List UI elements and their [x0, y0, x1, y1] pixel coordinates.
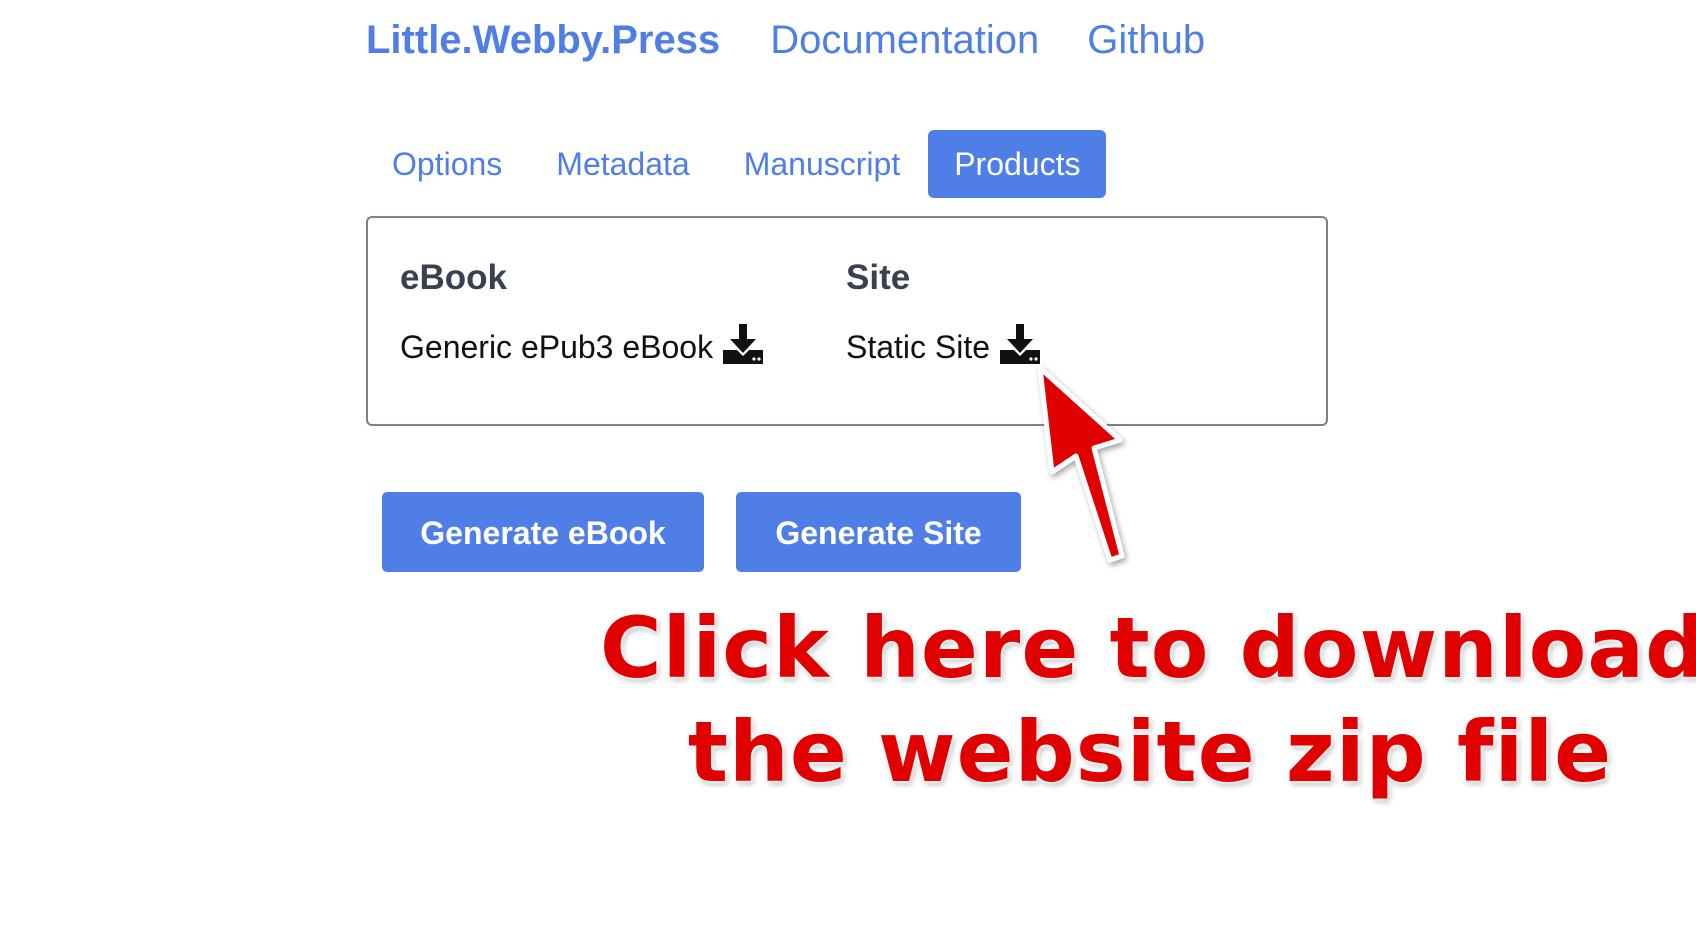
tab-manuscript[interactable]: Manuscript [718, 130, 927, 198]
ebook-item: Generic ePub3 eBook [400, 324, 765, 366]
documentation-link[interactable]: Documentation [770, 14, 1039, 66]
github-link[interactable]: Github [1087, 14, 1205, 66]
site-heading: Site [846, 258, 911, 297]
tab-metadata[interactable]: Metadata [530, 130, 715, 198]
site-item-label: Static Site [846, 328, 991, 365]
tab-products[interactable]: Products [928, 130, 1107, 198]
brand-link[interactable]: Little.Webby.Press [366, 14, 720, 66]
generate-site-button[interactable]: Generate Site [736, 492, 1021, 572]
ebook-heading: eBook [400, 258, 507, 297]
annotation-line-2: the website zip file [687, 703, 1613, 801]
annotation-arrow-icon [1037, 365, 1125, 563]
tab-options[interactable]: Options [366, 130, 528, 198]
download-icon[interactable] [721, 322, 765, 366]
page: Little.Webby.Press Documentation Github … [0, 0, 1696, 938]
annotation-text: Click here to download the website zip f… [600, 596, 1696, 804]
tab-bar: Options Metadata Manuscript Products [366, 130, 1108, 198]
generate-ebook-button[interactable]: Generate eBook [382, 492, 704, 572]
ebook-item-label: Generic ePub3 eBook [400, 328, 714, 365]
annotation-line-1: Click here to download [600, 599, 1696, 697]
ebook-column: eBook Generic ePub3 eBook [400, 258, 765, 366]
top-nav: Little.Webby.Press Documentation Github [366, 14, 1205, 66]
products-panel: eBook Generic ePub3 eBook Site Static Si… [366, 216, 1328, 426]
site-column: Site Static Site [846, 258, 1042, 366]
